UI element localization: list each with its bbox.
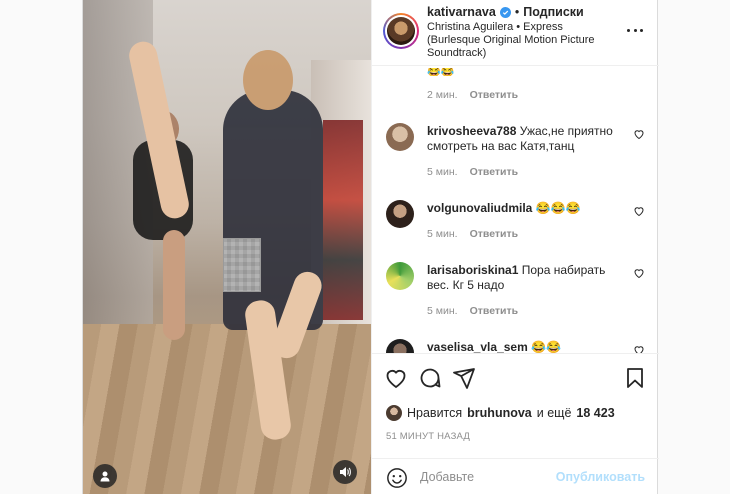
- heart-icon[interactable]: [633, 344, 645, 353]
- audio-track-link[interactable]: Christina Aguilera • Express (Burlesque …: [427, 21, 617, 60]
- comment-text-block: volgunovaliudmila 😂😂😂: [427, 201, 627, 216]
- likes-middle: и ещё: [536, 406, 572, 420]
- likes-user[interactable]: bruhunova: [467, 406, 532, 420]
- post-video[interactable]: [83, 0, 371, 494]
- censor-mosaic: [223, 238, 261, 292]
- post-header: kativarnava • Подписки Christina Aguiler…: [372, 0, 659, 66]
- likes-summary: Нравится bruhunova и ещё 18 423: [386, 403, 615, 423]
- comment-time: 2 мин.: [427, 89, 458, 101]
- comment-input[interactable]: [420, 467, 550, 487]
- comment-username[interactable]: larisaboriskina1: [427, 263, 518, 277]
- reply-button[interactable]: Ответить: [470, 305, 519, 317]
- share-icon[interactable]: [452, 366, 476, 390]
- comment-meta: 2 мин. Ответить: [427, 89, 518, 101]
- reply-button[interactable]: Ответить: [470, 166, 519, 178]
- reply-button[interactable]: Ответить: [470, 228, 519, 240]
- author-line: kativarnava • Подписки: [427, 5, 584, 19]
- reply-button[interactable]: Ответить: [470, 89, 519, 101]
- avatar[interactable]: [386, 200, 414, 228]
- emoji-icon[interactable]: [386, 467, 408, 489]
- comment-item: vaselisa_vla_sem 😂😂: [386, 339, 646, 353]
- comment-meta: 5 мин. Ответить: [427, 166, 518, 178]
- comment-text-block: larisaboriskina1 Пора набирать вес. Кг 5…: [427, 263, 627, 293]
- comment-item: volgunovaliudmila 😂😂😂: [386, 200, 646, 230]
- avatar[interactable]: [386, 262, 414, 290]
- post-dialog: kativarnava • Подписки Christina Aguiler…: [82, 0, 659, 494]
- separator-dot: •: [514, 5, 520, 19]
- comments-list[interactable]: 😂😂 2 мин. Ответить krivosheeva788 Ужас,н…: [372, 66, 659, 353]
- bookmark-icon[interactable]: [623, 366, 647, 390]
- follow-button[interactable]: Подписки: [523, 5, 584, 19]
- sound-icon: [340, 467, 351, 477]
- comment-text-block: krivosheeva788 Ужас,не приятно смотреть …: [427, 124, 627, 154]
- likes-count[interactable]: 18 423: [576, 406, 614, 420]
- post-timestamp[interactable]: 51 МИНУТ НАЗАД: [386, 431, 470, 442]
- previous-comment-emoji: 😂😂: [427, 68, 455, 76]
- author-username[interactable]: kativarnava: [427, 5, 496, 19]
- avatar[interactable]: [386, 339, 414, 353]
- author-avatar[interactable]: [383, 13, 419, 49]
- heart-icon[interactable]: [384, 366, 408, 390]
- video-dancer-back-leg: [163, 230, 185, 340]
- post-side-panel: kativarnava • Подписки Christina Aguiler…: [371, 0, 659, 494]
- comment-meta: 5 мин. Ответить: [427, 305, 518, 317]
- heart-icon[interactable]: [633, 128, 645, 140]
- comment-username[interactable]: volgunovaliudmila: [427, 201, 532, 215]
- more-options-icon[interactable]: [627, 24, 643, 36]
- comment-text-block: vaselisa_vla_sem 😂😂: [427, 340, 627, 353]
- user-tag-button[interactable]: [93, 464, 117, 488]
- avatar[interactable]: [386, 123, 414, 151]
- likes-prefix: Нравится: [407, 406, 463, 420]
- publish-button[interactable]: Опубликовать: [556, 470, 645, 484]
- verified-badge-icon: [499, 6, 511, 18]
- heart-icon[interactable]: [633, 205, 645, 217]
- comment-time: 5 мин.: [427, 305, 458, 317]
- comment-text: 😂😂: [531, 340, 561, 353]
- sound-toggle-button[interactable]: [333, 460, 357, 484]
- add-comment-bar: Опубликовать: [372, 458, 659, 494]
- video-floor: [83, 324, 371, 494]
- comment-time: 5 мин.: [427, 166, 458, 178]
- comment-time: 5 мин.: [427, 228, 458, 240]
- post-actions-bar: [372, 353, 659, 403]
- video-clothes-rack: [323, 120, 363, 320]
- comment-icon[interactable]: [418, 366, 442, 390]
- avatar[interactable]: [386, 405, 402, 421]
- comment-username[interactable]: krivosheeva788: [427, 124, 516, 138]
- comment-username[interactable]: vaselisa_vla_sem: [427, 340, 528, 353]
- comment-meta: 5 мин. Ответить: [427, 228, 518, 240]
- comment-text: 😂😂😂: [535, 201, 581, 215]
- user-tag-icon: [100, 471, 110, 482]
- heart-icon[interactable]: [633, 267, 645, 279]
